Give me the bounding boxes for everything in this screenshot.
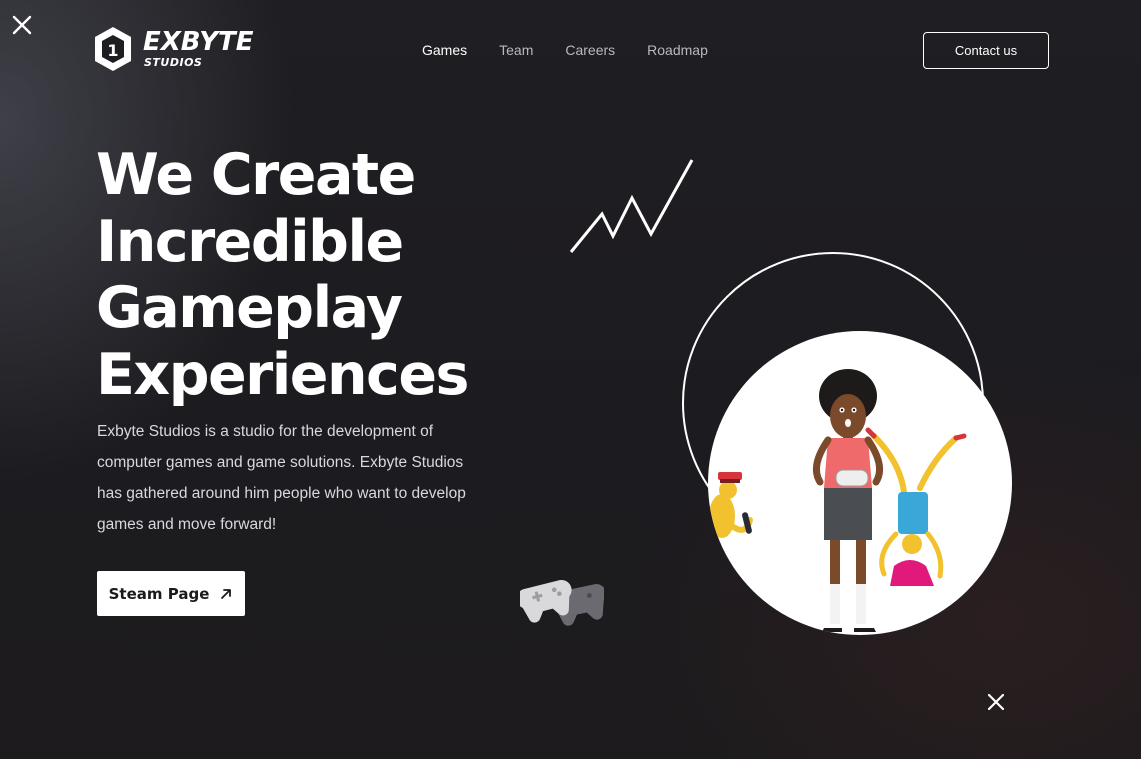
hero-title-line: Incredible xyxy=(96,208,404,275)
gamepads-icon xyxy=(520,579,604,626)
main-nav: Games Team Careers Roadmap xyxy=(422,42,740,58)
brand-logo[interactable]: 1 EXBYTE STUDIOS xyxy=(93,25,268,73)
logo-wordmark: EXBYTE xyxy=(143,27,254,57)
cross-icon-bottom-right xyxy=(987,693,1005,711)
steam-page-button[interactable]: Steam Page xyxy=(97,571,245,616)
nav-item-team[interactable]: Team xyxy=(499,42,533,58)
hero-description: Exbyte Studios is a studio for the devel… xyxy=(97,423,466,533)
logo-cube-icon: 1 xyxy=(95,27,131,71)
logo-subtitle: STUDIOS xyxy=(144,56,203,69)
nav-item-roadmap[interactable]: Roadmap xyxy=(647,42,708,58)
steam-page-label: Steam Page xyxy=(108,584,210,603)
nav-item-games[interactable]: Games xyxy=(422,42,467,58)
nav-item-careers[interactable]: Careers xyxy=(565,42,615,58)
hero-title-line: We Create xyxy=(96,142,416,208)
hero-title: We Create Incredible Gameplay Experience… xyxy=(96,142,536,408)
hero-title-line: Gameplay xyxy=(96,275,403,341)
hero-title-line: Experiences xyxy=(96,341,469,408)
zigzag-line-decoration xyxy=(569,159,694,253)
arrow-up-right-icon xyxy=(221,588,232,599)
contact-button[interactable]: Contact us xyxy=(923,32,1049,69)
cross-icon-top-left xyxy=(12,15,32,35)
logo-mark-text: 1 xyxy=(107,41,118,60)
gamers-illustration xyxy=(708,331,1012,635)
